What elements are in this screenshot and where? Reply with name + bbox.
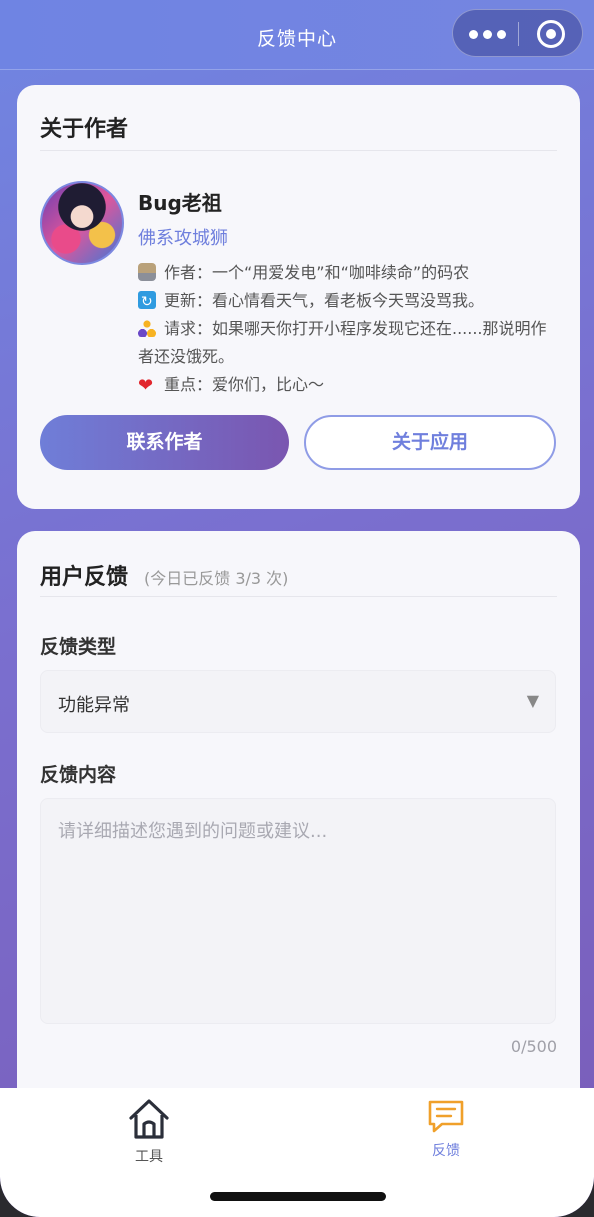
capsule-divider (518, 22, 519, 46)
feedback-type-value: 功能异常 (58, 695, 130, 716)
feedback-type-label: 反馈类型 (40, 636, 117, 658)
feedback-card: 用户反馈 (今日已反馈 3/3 次) 反馈类型 功能异常 ▼ 反馈内容 0/50… (17, 531, 580, 1131)
dropdown-arrow-icon: ▼ (526, 691, 539, 710)
feedback-title: 用户反馈 (40, 565, 129, 590)
worker-icon (138, 263, 156, 281)
author-info: 作者：一个“用爱发电”和“咖啡续命”的码农 更新：看心情看天气，看老板今天骂没骂… (138, 259, 548, 399)
feedback-content-input[interactable] (40, 798, 556, 1024)
author-name: Bug老祖 (138, 191, 222, 215)
home-icon (129, 1099, 169, 1139)
info-line-author: 作者：一个“用爱发电”和“咖啡续命”的码农 (138, 259, 548, 287)
tab-tools-label: 工具 (135, 1149, 163, 1165)
avatar (40, 181, 124, 265)
info-text: 更新：看心情看天气，看老板今天骂没骂我。 (164, 291, 485, 310)
info-line-update: 更新：看心情看天气，看老板今天骂没骂我。 (138, 287, 548, 316)
people-icon (138, 319, 156, 337)
contact-author-button[interactable]: 联系作者 (40, 415, 289, 470)
feedback-content-label: 反馈内容 (40, 764, 117, 786)
info-text: 重点：爱你们，比心～ (164, 375, 325, 394)
char-counter: 0/500 (510, 1037, 557, 1056)
info-text: 请求：如果哪天你打开小程序发现它还在......那说明作者还没饿死。 (138, 319, 547, 366)
navigation-bar: 反馈中心 (0, 0, 594, 70)
info-line-key: ❤ 重点：爱你们，比心～ (138, 371, 548, 399)
tab-feedback[interactable]: 反馈 (386, 1096, 506, 1166)
feedback-divider (40, 596, 557, 597)
tab-feedback-label: 反馈 (432, 1143, 460, 1159)
author-role: 佛系攻城狮 (138, 228, 228, 249)
more-icon[interactable] (469, 24, 509, 44)
mini-program-capsule (452, 9, 583, 57)
feedback-type-select[interactable]: 功能异常 ▼ (40, 670, 556, 733)
about-title: 关于作者 (40, 117, 129, 142)
about-app-button[interactable]: 关于应用 (304, 415, 556, 470)
home-indicator (210, 1192, 386, 1201)
heart-icon: ❤ (138, 375, 154, 396)
about-divider (40, 150, 557, 151)
info-line-request: 请求：如果哪天你打开小程序发现它还在......那说明作者还没饿死。 (138, 315, 548, 371)
info-text: 作者：一个“用爱发电”和“咖啡续命”的码农 (164, 263, 470, 282)
feedback-quota: (今日已反馈 3/3 次) (144, 569, 289, 588)
app-screen: 反馈中心 关于作者 Bug老祖 佛系攻城狮 作者：一个“用爱发电”和“咖啡续命”… (0, 0, 594, 1217)
about-author-card: 关于作者 Bug老祖 佛系攻城狮 作者：一个“用爱发电”和“咖啡续命”的码农 更… (17, 85, 580, 509)
close-target-icon[interactable] (537, 20, 565, 48)
tab-tools[interactable]: 工具 (89, 1096, 209, 1166)
refresh-icon (138, 288, 156, 316)
chat-icon (428, 1100, 464, 1133)
